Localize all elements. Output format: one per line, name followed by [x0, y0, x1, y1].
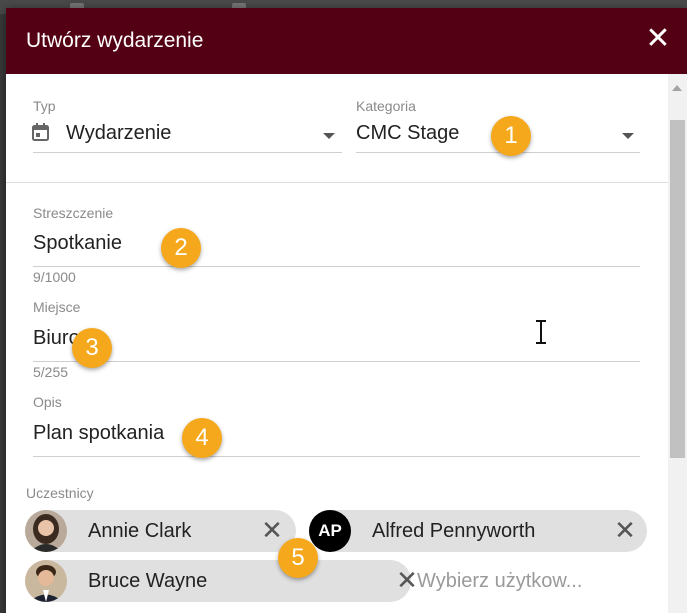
scrollbar-thumb[interactable]: [670, 120, 685, 458]
participant-name: Annie Clark: [88, 520, 192, 542]
category-select-value[interactable]: CMC Stage: [356, 122, 459, 145]
close-icon[interactable]: ✕: [257, 515, 287, 545]
scroll-up-icon[interactable]: [672, 85, 682, 91]
dialog-header: Utwórz wydarzenie ✕: [6, 8, 687, 74]
place-label: Miejsce: [33, 299, 81, 315]
create-event-dialog: Utwórz wydarzenie ✕ Typ Wydarzenie Kateg…: [6, 8, 687, 613]
callout-badge: 3: [72, 328, 112, 368]
type-label: Typ: [33, 98, 56, 114]
category-underline: [356, 152, 640, 153]
callout-badge: 4: [182, 418, 222, 458]
category-label: Kategoria: [356, 98, 416, 114]
description-input[interactable]: Plan spotkania: [33, 422, 164, 445]
type-underline: [33, 152, 342, 153]
summary-underline: [33, 266, 640, 267]
participant-chip-alfred-pennyworth: AP Alfred Pennyworth ✕: [309, 510, 647, 552]
participants-label: Uczestnicy: [26, 485, 94, 501]
calendar-icon: [32, 123, 49, 141]
avatar: AP: [309, 510, 351, 552]
participant-chip-bruce-wayne: Bruce Wayne ✕: [25, 560, 418, 602]
participant-name: Bruce Wayne: [88, 570, 208, 592]
avatar: [25, 560, 67, 602]
avatar: [25, 510, 67, 552]
description-underline: [33, 456, 640, 457]
summary-counter: 9/1000: [33, 269, 76, 285]
close-icon[interactable]: ✕: [610, 515, 640, 545]
callout-badge: 5: [278, 538, 318, 578]
summary-input[interactable]: Spotkanie: [33, 232, 122, 255]
callout-badge: 2: [161, 228, 201, 268]
callout-badge: 1: [491, 116, 531, 156]
place-underline: [33, 361, 640, 362]
participant-name: Alfred Pennyworth: [372, 520, 536, 542]
participant-chip-annie-clark: Annie Clark ✕: [25, 510, 296, 552]
chevron-down-icon[interactable]: [323, 133, 335, 139]
section-divider: [6, 182, 668, 183]
description-label: Opis: [33, 394, 62, 410]
dialog-title: Utwórz wydarzenie: [26, 29, 204, 52]
place-counter: 5/255: [33, 364, 69, 380]
chevron-down-icon[interactable]: [622, 133, 634, 139]
close-icon[interactable]: ✕: [643, 24, 673, 54]
type-select-value[interactable]: Wydarzenie: [66, 122, 171, 145]
participant-search-input[interactable]: Wybierz użytkow...: [417, 570, 582, 593]
text-cursor-icon: [536, 320, 546, 344]
scrollbar[interactable]: [668, 74, 687, 613]
summary-label: Streszczenie: [33, 205, 114, 221]
